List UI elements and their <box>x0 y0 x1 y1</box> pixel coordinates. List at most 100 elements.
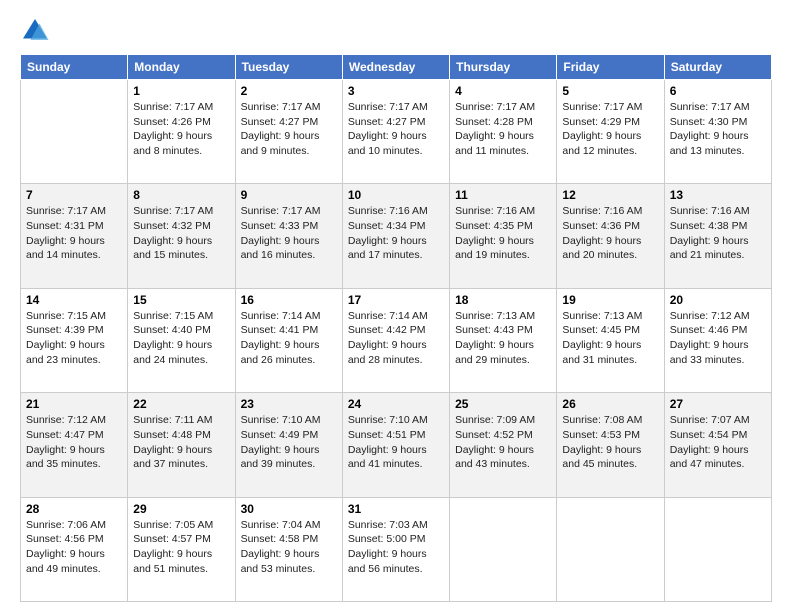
day-info: Sunrise: 7:16 AMSunset: 4:35 PMDaylight:… <box>455 204 551 263</box>
day-info: Sunrise: 7:12 AMSunset: 4:47 PMDaylight:… <box>26 413 122 472</box>
day-number: 4 <box>455 84 551 98</box>
week-row-3: 21 Sunrise: 7:12 AMSunset: 4:47 PMDayligh… <box>21 393 772 497</box>
day-number: 27 <box>670 397 766 411</box>
day-cell <box>664 497 771 601</box>
day-number: 12 <box>562 188 658 202</box>
day-cell <box>450 497 557 601</box>
day-info: Sunrise: 7:09 AMSunset: 4:52 PMDaylight:… <box>455 413 551 472</box>
day-number: 21 <box>26 397 122 411</box>
day-info: Sunrise: 7:17 AMSunset: 4:29 PMDaylight:… <box>562 100 658 159</box>
day-number: 11 <box>455 188 551 202</box>
day-number: 15 <box>133 293 229 307</box>
day-cell: 31 Sunrise: 7:03 AMSunset: 5:00 PMDayligh… <box>342 497 449 601</box>
day-cell <box>557 497 664 601</box>
day-number: 3 <box>348 84 444 98</box>
day-number: 14 <box>26 293 122 307</box>
weekday-header-sunday: Sunday <box>21 55 128 80</box>
day-number: 1 <box>133 84 229 98</box>
day-cell: 20 Sunrise: 7:12 AMSunset: 4:46 PMDayligh… <box>664 288 771 392</box>
day-cell: 1 Sunrise: 7:17 AMSunset: 4:26 PMDaylight… <box>128 80 235 184</box>
day-cell: 28 Sunrise: 7:06 AMSunset: 4:56 PMDayligh… <box>21 497 128 601</box>
day-cell: 16 Sunrise: 7:14 AMSunset: 4:41 PMDayligh… <box>235 288 342 392</box>
day-cell: 24 Sunrise: 7:10 AMSunset: 4:51 PMDayligh… <box>342 393 449 497</box>
calendar-table: SundayMondayTuesdayWednesdayThursdayFrid… <box>20 54 772 602</box>
day-number: 26 <box>562 397 658 411</box>
day-cell: 2Sunrise: 7:17 AMSunset: 4:27 PMDaylight… <box>235 80 342 184</box>
week-row-2: 14 Sunrise: 7:15 AMSunset: 4:39 PMDayligh… <box>21 288 772 392</box>
day-info: Sunrise: 7:17 AMSunset: 4:27 PMDaylight:… <box>348 100 444 159</box>
day-number: 20 <box>670 293 766 307</box>
day-number: 28 <box>26 502 122 516</box>
day-info: Sunrise: 7:07 AMSunset: 4:54 PMDaylight:… <box>670 413 766 472</box>
day-cell: 14 Sunrise: 7:15 AMSunset: 4:39 PMDayligh… <box>21 288 128 392</box>
day-cell <box>21 80 128 184</box>
day-info: Sunrise: 7:16 AMSunset: 4:36 PMDaylight:… <box>562 204 658 263</box>
day-info: Sunrise: 7:14 AMSunset: 4:42 PMDaylight:… <box>348 309 444 368</box>
day-cell: 30 Sunrise: 7:04 AMSunset: 4:58 PMDayligh… <box>235 497 342 601</box>
day-cell: 12 Sunrise: 7:16 AMSunset: 4:36 PMDayligh… <box>557 184 664 288</box>
weekday-header-wednesday: Wednesday <box>342 55 449 80</box>
day-number: 19 <box>562 293 658 307</box>
day-cell: 29 Sunrise: 7:05 AMSunset: 4:57 PMDayligh… <box>128 497 235 601</box>
day-number: 13 <box>670 188 766 202</box>
day-cell: 7 Sunrise: 7:17 AMSunset: 4:31 PMDaylight… <box>21 184 128 288</box>
day-cell: 13 Sunrise: 7:16 AMSunset: 4:38 PMDayligh… <box>664 184 771 288</box>
weekday-header-saturday: Saturday <box>664 55 771 80</box>
day-cell: 27 Sunrise: 7:07 AMSunset: 4:54 PMDayligh… <box>664 393 771 497</box>
day-cell: 5 Sunrise: 7:17 AMSunset: 4:29 PMDaylight… <box>557 80 664 184</box>
day-info: Sunrise: 7:17 AMSunset: 4:33 PMDaylight:… <box>241 204 337 263</box>
day-info: Sunrise: 7:12 AMSunset: 4:46 PMDaylight:… <box>670 309 766 368</box>
day-info: Sunrise: 7:17 AMSunset: 4:30 PMDaylight:… <box>670 100 766 159</box>
day-number: 29 <box>133 502 229 516</box>
day-number: 17 <box>348 293 444 307</box>
day-info: Sunrise: 7:04 AMSunset: 4:58 PMDaylight:… <box>241 518 337 577</box>
day-cell: 4 Sunrise: 7:17 AMSunset: 4:28 PMDaylight… <box>450 80 557 184</box>
day-info: Sunrise: 7:10 AMSunset: 4:49 PMDaylight:… <box>241 413 337 472</box>
day-info: Sunrise: 7:17 AMSunset: 4:28 PMDaylight:… <box>455 100 551 159</box>
day-info: Sunrise: 7:17 AMSunset: 4:32 PMDaylight:… <box>133 204 229 263</box>
day-cell: 19 Sunrise: 7:13 AMSunset: 4:45 PMDayligh… <box>557 288 664 392</box>
day-info: Sunrise: 7:14 AMSunset: 4:41 PMDaylight:… <box>241 309 337 368</box>
day-number: 23 <box>241 397 337 411</box>
header <box>20 16 772 46</box>
weekday-header-tuesday: Tuesday <box>235 55 342 80</box>
logo <box>20 16 54 46</box>
logo-icon <box>20 16 50 46</box>
day-number: 16 <box>241 293 337 307</box>
week-row-4: 28 Sunrise: 7:06 AMSunset: 4:56 PMDayligh… <box>21 497 772 601</box>
day-info: Sunrise: 7:13 AMSunset: 4:43 PMDaylight:… <box>455 309 551 368</box>
page: SundayMondayTuesdayWednesdayThursdayFrid… <box>0 0 792 612</box>
day-cell: 17 Sunrise: 7:14 AMSunset: 4:42 PMDayligh… <box>342 288 449 392</box>
day-info: Sunrise: 7:06 AMSunset: 4:56 PMDaylight:… <box>26 518 122 577</box>
day-info: Sunrise: 7:10 AMSunset: 4:51 PMDaylight:… <box>348 413 444 472</box>
day-cell: 15 Sunrise: 7:15 AMSunset: 4:40 PMDayligh… <box>128 288 235 392</box>
day-number: 6 <box>670 84 766 98</box>
day-number: 5 <box>562 84 658 98</box>
day-info: Sunrise: 7:05 AMSunset: 4:57 PMDaylight:… <box>133 518 229 577</box>
day-info: Sunrise: 7:08 AMSunset: 4:53 PMDaylight:… <box>562 413 658 472</box>
day-info: Sunrise: 7:03 AMSunset: 5:00 PMDaylight:… <box>348 518 444 577</box>
day-cell: 22Sunrise: 7:11 AMSunset: 4:48 PMDayligh… <box>128 393 235 497</box>
day-cell: 26 Sunrise: 7:08 AMSunset: 4:53 PMDayligh… <box>557 393 664 497</box>
day-number: 30 <box>241 502 337 516</box>
day-info: Sunrise: 7:17 AMSunset: 4:26 PMDaylight:… <box>133 100 229 159</box>
day-number: 7 <box>26 188 122 202</box>
day-number: 9 <box>241 188 337 202</box>
weekday-header-thursday: Thursday <box>450 55 557 80</box>
day-number: 24 <box>348 397 444 411</box>
day-info: Sunrise: 7:15 AMSunset: 4:39 PMDaylight:… <box>26 309 122 368</box>
day-cell: 6 Sunrise: 7:17 AMSunset: 4:30 PMDaylight… <box>664 80 771 184</box>
weekday-header-row: SundayMondayTuesdayWednesdayThursdayFrid… <box>21 55 772 80</box>
day-cell: 23 Sunrise: 7:10 AMSunset: 4:49 PMDayligh… <box>235 393 342 497</box>
day-info: Sunrise: 7:13 AMSunset: 4:45 PMDaylight:… <box>562 309 658 368</box>
day-info: Sunrise: 7:16 AMSunset: 4:38 PMDaylight:… <box>670 204 766 263</box>
day-cell: 11 Sunrise: 7:16 AMSunset: 4:35 PMDayligh… <box>450 184 557 288</box>
day-number: 22 <box>133 397 229 411</box>
weekday-header-friday: Friday <box>557 55 664 80</box>
day-info: Sunrise: 7:17 AMSunset: 4:31 PMDaylight:… <box>26 204 122 263</box>
day-cell: 10Sunrise: 7:16 AMSunset: 4:34 PMDayligh… <box>342 184 449 288</box>
day-info: Sunrise: 7:15 AMSunset: 4:40 PMDaylight:… <box>133 309 229 368</box>
day-number: 31 <box>348 502 444 516</box>
day-info: Sunrise: 7:16 AMSunset: 4:34 PMDaylight:… <box>348 204 444 263</box>
day-cell: 21 Sunrise: 7:12 AMSunset: 4:47 PMDayligh… <box>21 393 128 497</box>
